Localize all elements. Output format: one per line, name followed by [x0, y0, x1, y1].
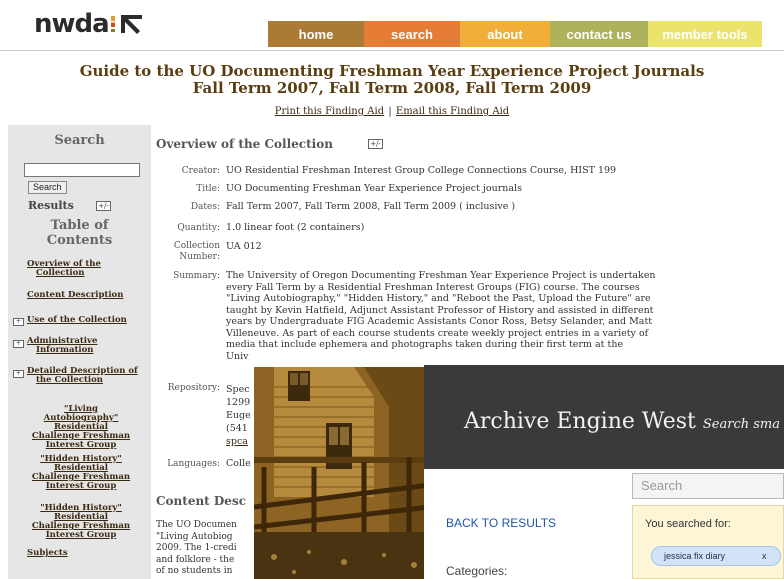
aew-title-italic: Search sma	[702, 417, 780, 432]
aew-search-input[interactable]: Search	[632, 473, 784, 499]
page-title: Guide to the UO Documenting Freshman Yea…	[0, 63, 784, 97]
toc-detailed-description[interactable]: Detailed Description of the Collection	[27, 367, 138, 385]
nav-search[interactable]: search	[364, 21, 460, 47]
logo-dots-icon	[110, 16, 115, 32]
repository-label: Repository:	[167, 383, 220, 393]
collection-number-label: Collection Number:	[156, 241, 220, 263]
overview-heading: Overview of the Collection	[156, 137, 333, 151]
toc-sub-hidden-history-2[interactable]: "Hidden History" Residential Challenge F…	[31, 504, 131, 540]
link-separator: |	[388, 106, 392, 117]
toc-sub-hidden-history-1[interactable]: "Hidden History" Residential Challenge F…	[31, 455, 131, 491]
quantity-label: Quantity:	[177, 223, 220, 233]
categories-label: Categories:	[446, 564, 508, 578]
toc-sub-line: Interest Group	[45, 530, 117, 540]
creator-value: UO Residential Freshman Interest Group C…	[226, 165, 617, 176]
toc-administrative-information[interactable]: Administrative Information	[27, 337, 97, 355]
summary-line: years by Undergraduate FIG Academic Assi…	[226, 316, 653, 327]
summary-line: Univ	[226, 350, 249, 362]
nwda-logo[interactable]: nwda	[34, 9, 145, 39]
content-description-heading: Content Desc	[156, 494, 247, 508]
toc-use-of-collection[interactable]: Use of the Collection	[27, 316, 127, 325]
dates-value: Fall Term 2007, Fall Term 2008, Fall Ter…	[226, 201, 516, 212]
search-term-tag[interactable]: jessica fix diary x	[651, 546, 781, 566]
collection-label-line-1: Collection	[173, 241, 220, 251]
print-finding-aid-link[interactable]: Print this Finding Aid	[275, 106, 384, 117]
toc-sub-line: Interest Group	[45, 440, 117, 450]
overview-toggle-icon[interactable]: +/-	[368, 139, 383, 149]
summary-line: taught by Kevin Hatfield, Adjunct Assist…	[226, 304, 654, 316]
summary-line: media that include ephemera and photogra…	[226, 339, 624, 350]
summary-line: every Fall Term by a Residential Freshma…	[226, 281, 640, 293]
languages-value: Colle	[226, 458, 251, 469]
email-finding-aid-link[interactable]: Email this Finding Aid	[396, 106, 509, 117]
repository-line: 1299	[226, 397, 251, 408]
summary-value: The University of Oregon Documenting Fre…	[226, 270, 741, 362]
toc-admin-expand-icon[interactable]: +	[13, 340, 24, 348]
toc-heading: Table of Contents	[8, 218, 151, 248]
title-label: Title:	[196, 184, 220, 194]
search-term-text: jessica fix diary	[664, 551, 726, 561]
repository-line: Euge	[226, 410, 251, 421]
aew-header-bar: Archive Engine West Search sma	[424, 365, 784, 469]
toc-overview-line-2: Collection	[36, 268, 85, 278]
summary-line: "Living Autobiography," "Hidden History,…	[226, 293, 651, 304]
quantity-value: 1.0 linear foot (2 containers)	[226, 222, 365, 233]
toc-sub-line: "Living Autobiography"	[43, 404, 119, 423]
repository-line: Spec	[226, 384, 250, 395]
toc-admin-line-2: Information	[36, 345, 94, 355]
repository-line: (541	[226, 423, 248, 434]
languages-label: Languages:	[167, 459, 220, 469]
title-line-2: Fall Term 2007, Fall Term 2008, Fall Ter…	[192, 79, 592, 97]
header-divider	[0, 50, 784, 51]
collection-number-value: UA 012	[226, 241, 262, 252]
title-line-1: Guide to the UO Documenting Freshman Yea…	[79, 62, 705, 80]
nav-member-tools[interactable]: member tools	[648, 21, 762, 47]
remove-tag-icon[interactable]: x	[762, 551, 767, 561]
site-header: nwda home search about contact us member…	[0, 0, 784, 51]
summary-line: The University of Oregon Documenting Fre…	[226, 270, 656, 281]
nav-home[interactable]: home	[268, 21, 364, 47]
finding-aid-links: Print this Finding Aid | Email this Find…	[0, 106, 784, 117]
main-nav: home search about contact us member tool…	[268, 21, 762, 47]
logo-arrow-icon	[119, 13, 145, 35]
creator-label: Creator:	[181, 166, 220, 176]
title-value: UO Documenting Freshman Year Experience …	[226, 183, 522, 194]
repository-link[interactable]: spca	[226, 436, 248, 447]
sidebar-search-input[interactable]	[24, 163, 140, 177]
summary-label: Summary:	[173, 271, 220, 281]
nav-about[interactable]: about	[460, 21, 550, 47]
repository-value: Spec 1299 Euge (541 spca	[226, 383, 251, 448]
toc-subjects[interactable]: Subjects	[27, 549, 68, 558]
sidebar-search-heading: Search	[54, 133, 105, 148]
you-searched-label: You searched for:	[645, 518, 731, 530]
you-searched-box: You searched for: jessica fix diary x	[632, 505, 784, 579]
logo-text: nwda	[34, 9, 110, 39]
back-to-results-link[interactable]: BACK TO RESULTS	[446, 516, 556, 530]
toc-use-expand-icon[interactable]: +	[13, 318, 24, 326]
toc-sub-living-autobiography[interactable]: "Living Autobiography" Residential Chall…	[31, 405, 131, 450]
summary-line: Villeneuve. As part of each course stude…	[226, 327, 649, 339]
toc-heading-line-1: Table of	[50, 218, 109, 233]
aew-title: Archive Engine West Search sma	[464, 409, 780, 434]
dates-label: Dates:	[190, 202, 220, 212]
toc-content-description[interactable]: Content Description	[27, 291, 123, 300]
toc-heading-line-2: Contents	[46, 233, 113, 248]
aew-title-text: Archive Engine West	[464, 409, 696, 434]
results-toggle-icon[interactable]: +/-	[96, 201, 111, 211]
sidebar: Search Search Results +/- Table of Conte…	[8, 125, 151, 579]
sepia-house-photo	[254, 367, 430, 579]
toc-detailed-expand-icon[interactable]: +	[13, 370, 24, 378]
toc-sub-line: Interest Group	[45, 481, 117, 491]
nav-contact-us[interactable]: contact us	[550, 21, 648, 47]
sidebar-search-button[interactable]: Search	[28, 181, 67, 194]
collection-label-line-2: Number:	[179, 252, 220, 262]
toc-detailed-line-2: the Collection	[36, 375, 103, 385]
archive-engine-west-panel: Archive Engine West Search sma Search BA…	[424, 365, 784, 579]
toc-overview[interactable]: Overview of the Collection	[27, 260, 101, 278]
results-label: Results	[28, 199, 74, 212]
